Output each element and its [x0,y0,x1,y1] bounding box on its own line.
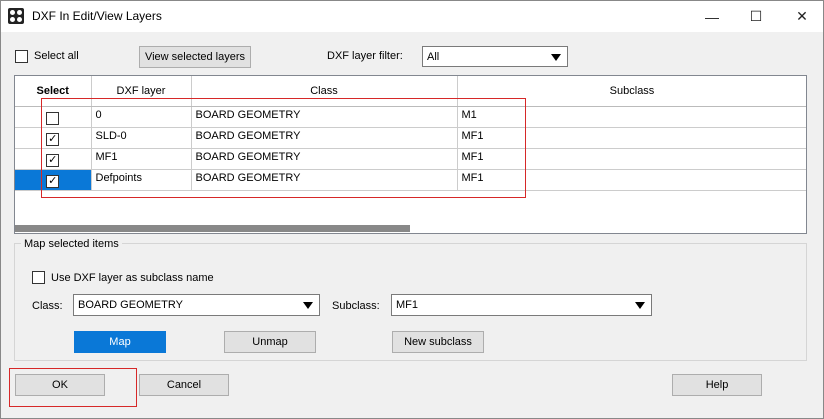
close-button[interactable]: ✕ [779,1,824,32]
minimize-button[interactable]: — [689,1,735,32]
new-subclass-button[interactable]: New subclass [392,331,484,353]
subclass-label: Subclass: [332,300,380,312]
title-bar: DXF In Edit/View Layers — ☐ ✕ [1,1,823,32]
cancel-button[interactable]: Cancel [139,374,229,396]
class-select[interactable]: BOARD GEOMETRY [73,294,320,316]
class-value: BOARD GEOMETRY [78,299,183,311]
app-icon [8,8,24,24]
subclass-value: MF1 [396,299,418,311]
use-layer-subclass-label: Use DXF layer as subclass name [51,272,214,284]
maximize-button[interactable]: ☐ [733,1,779,32]
ok-highlight-box [9,368,137,407]
window-title: DXF In Edit/View Layers [32,9,162,23]
class-label: Class: [32,300,63,312]
chevron-down-icon [551,53,561,61]
unmap-button[interactable]: Unmap [224,331,316,353]
horizontal-scrollbar[interactable] [15,225,410,232]
select-all-label: Select all [34,50,79,62]
help-button[interactable]: Help [672,374,762,396]
dxf-layer-filter-select[interactable]: All [422,46,568,67]
subclass-select[interactable]: MF1 [391,294,652,316]
select-all-checkbox[interactable] [15,50,28,63]
dxf-layers-dialog: DXF In Edit/View Layers — ☐ ✕ Select all… [0,0,824,419]
view-selected-layers-button[interactable]: View selected layers [139,46,251,68]
filter-value: All [427,50,440,63]
dxf-layer-filter-label: DXF layer filter: [327,50,403,62]
map-button[interactable]: Map [74,331,166,353]
map-group-title: Map selected items [21,238,122,250]
use-layer-subclass-checkbox[interactable] [32,271,45,284]
chevron-down-icon [635,302,645,309]
chevron-down-icon [303,302,313,309]
rows-highlight-box [41,98,526,198]
